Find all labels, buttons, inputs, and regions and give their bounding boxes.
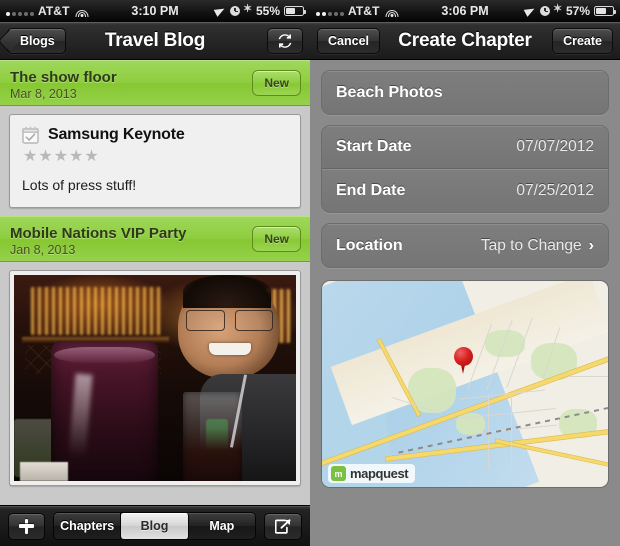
- star-icon[interactable]: ★: [38, 149, 52, 165]
- calendar-check-icon: [22, 126, 39, 144]
- dates-group: Start Date 07/07/2012 End Date 07/25/201…: [321, 125, 609, 213]
- add-button[interactable]: [8, 512, 45, 540]
- end-date-label: End Date: [336, 181, 406, 199]
- chapter-header-mobile-nations-vip-party[interactable]: Mobile Nations VIP Party Jan 8, 2013 New: [0, 216, 310, 262]
- mapquest-label: mapquest: [350, 466, 409, 481]
- segment-map[interactable]: Map: [189, 513, 255, 539]
- wifi-icon: [385, 6, 399, 17]
- carrier-label: AT&T: [348, 4, 380, 18]
- bluetooth-icon: [553, 2, 562, 17]
- map-pin: [453, 346, 473, 374]
- bottom-toolbar: Chapters Blog Map: [0, 505, 310, 546]
- status-bar-right: AT&T 3:06 PM 57%: [310, 0, 620, 22]
- refresh-button[interactable]: [267, 27, 303, 54]
- share-button[interactable]: [264, 512, 302, 540]
- refresh-icon: [277, 33, 293, 49]
- status-right-group: 57%: [525, 2, 617, 18]
- nav-bar-right: Cancel Create Chapter Create: [310, 22, 620, 60]
- status-left-group: AT&T: [316, 4, 399, 18]
- bar-photo: [14, 275, 296, 481]
- status-bar-left: AT&T 3:10 PM 55%: [0, 0, 310, 22]
- end-date-value: 07/25/2012: [516, 181, 594, 199]
- bluetooth-icon: [243, 2, 252, 17]
- left-phone-screen: AT&T 3:10 PM 55% Blogs Travel Blog: [0, 0, 310, 546]
- post-header: Samsung Keynote: [22, 126, 288, 144]
- create-button[interactable]: Create: [552, 27, 613, 54]
- segment-chapters[interactable]: Chapters: [54, 513, 122, 539]
- location-arrow-icon: [215, 6, 226, 17]
- star-rating[interactable]: ★ ★ ★ ★ ★: [23, 149, 288, 165]
- battery-icon: [284, 6, 307, 16]
- mapquest-attribution: m mapquest: [328, 464, 416, 483]
- chapter-name-row[interactable]: Beach Photos: [322, 71, 608, 114]
- nav-bar-left: Blogs Travel Blog: [0, 22, 310, 60]
- start-date-label: Start Date: [336, 138, 412, 155]
- status-right-group: 55%: [215, 2, 307, 18]
- signal-dots-icon: [6, 7, 34, 16]
- blog-post-card[interactable]: Samsung Keynote ★ ★ ★ ★ ★ Lots of press …: [9, 114, 301, 208]
- location-map-group[interactable]: m mapquest: [321, 280, 609, 488]
- chapter-name-input[interactable]: Beach Photos: [336, 84, 443, 102]
- chapter-header-the-show-floor[interactable]: The show floor Mar 8, 2013 New: [0, 60, 310, 106]
- star-icon[interactable]: ★: [84, 149, 98, 165]
- end-date-row[interactable]: End Date 07/25/2012: [322, 169, 608, 212]
- cancel-button[interactable]: Cancel: [317, 27, 380, 54]
- alarm-clock-icon: [539, 6, 550, 16]
- plus-icon: [19, 518, 34, 534]
- status-left-group: AT&T: [6, 4, 89, 18]
- back-button-blogs[interactable]: Blogs: [7, 27, 66, 54]
- post-body-text: Lots of press stuff!: [22, 177, 137, 193]
- dual-phone-screenshot: AT&T 3:10 PM 55% Blogs Travel Blog: [0, 0, 620, 546]
- new-entry-button[interactable]: New: [252, 70, 301, 96]
- carrier-label: AT&T: [38, 4, 70, 18]
- chapter-name-group: Beach Photos: [321, 70, 609, 115]
- photo-post-card[interactable]: [9, 270, 301, 486]
- post-title: Samsung Keynote: [48, 126, 185, 143]
- star-icon[interactable]: ★: [69, 149, 83, 165]
- star-icon[interactable]: ★: [54, 149, 68, 165]
- star-icon[interactable]: ★: [23, 149, 37, 165]
- blog-scroll-area[interactable]: The show floor Mar 8, 2013 New Samsung K…: [0, 60, 310, 505]
- segment-blog[interactable]: Blog: [121, 513, 189, 539]
- location-group: Location Tap to Change ›: [321, 223, 609, 268]
- right-phone-screen: AT&T 3:06 PM 57% Cancel Create Chapter C…: [310, 0, 620, 546]
- mapquest-logo-icon: m: [331, 466, 346, 481]
- battery-icon: [594, 6, 617, 16]
- location-row[interactable]: Location Tap to Change ›: [322, 224, 608, 267]
- alarm-clock-icon: [229, 6, 240, 16]
- location-value: Tap to Change: [480, 236, 582, 254]
- location-arrow-icon: [525, 6, 536, 17]
- location-label: Location: [336, 236, 403, 254]
- mapquest-map[interactable]: m mapquest: [322, 281, 608, 487]
- share-icon: [274, 518, 291, 534]
- battery-percent-left: 55%: [255, 4, 280, 18]
- chevron-right-icon: ›: [588, 236, 594, 254]
- create-chapter-form: Beach Photos Start Date 07/07/2012 End D…: [310, 60, 620, 546]
- start-date-row[interactable]: Start Date 07/07/2012: [322, 126, 608, 169]
- view-segmented-control[interactable]: Chapters Blog Map: [53, 512, 256, 540]
- wifi-icon: [75, 6, 89, 17]
- new-entry-button[interactable]: New: [252, 226, 301, 252]
- start-date-value: 07/07/2012: [516, 138, 594, 155]
- signal-dots-icon: [316, 7, 344, 16]
- battery-percent-right: 57%: [565, 4, 590, 18]
